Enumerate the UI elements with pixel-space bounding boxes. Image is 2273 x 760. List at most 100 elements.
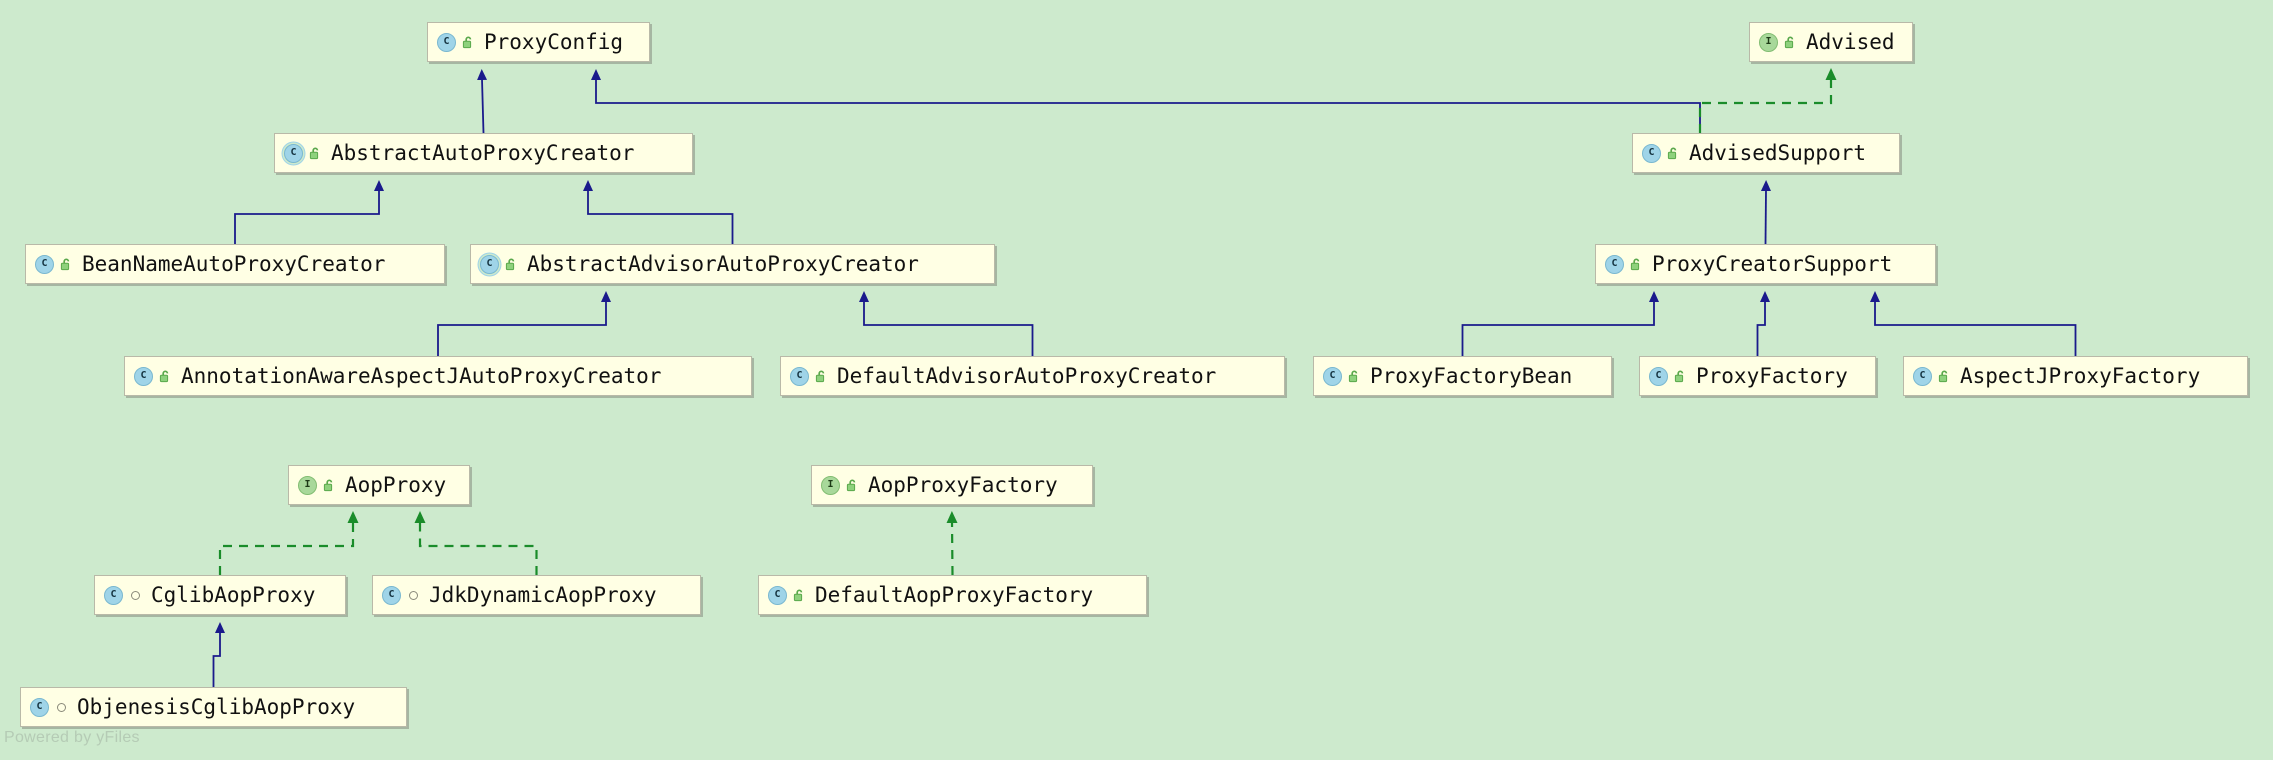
class-node-label: AbstractAdvisorAutoProxyCreator — [527, 254, 919, 275]
class-node-CglibAopProxy[interactable]: C CglibAopProxy — [94, 575, 346, 615]
yfiles-watermark: Powered by yFiles — [4, 729, 140, 747]
node-icons: C — [284, 144, 322, 163]
class-icon: C — [1605, 255, 1624, 274]
public-lock-icon — [462, 36, 475, 49]
class-node-label: DefaultAdvisorAutoProxyCreator — [837, 366, 1216, 387]
class-node-label: DefaultAopProxyFactory — [815, 585, 1093, 606]
public-lock-icon — [1674, 370, 1687, 383]
class-node-BeanNameAutoProxyCreator[interactable]: CBeanNameAutoProxyCreator — [25, 244, 445, 284]
node-icons: I — [298, 476, 336, 495]
node-icons: C — [480, 255, 518, 274]
class-node-label: Advised — [1806, 32, 1895, 53]
class-node-Advised[interactable]: I Advised — [1749, 22, 1913, 62]
class-node-label: ProxyCreatorSupport — [1652, 254, 1892, 275]
public-lock-icon — [323, 479, 336, 492]
edge-extends-AspectJProxyFactory-to-ProxyCreatorSupport — [1875, 301, 2076, 356]
class-icon: C — [790, 367, 809, 386]
abstract-class-icon: C — [480, 255, 499, 274]
class-node-AdvisedSupport[interactable]: C AdvisedSupport — [1632, 133, 1900, 173]
edge-implements-DefaultAopProxyFactory-to-AopProxyFactory — [952, 522, 953, 575]
class-node-label: ProxyFactory — [1696, 366, 1848, 387]
node-icons: C — [768, 586, 806, 605]
class-node-label: ObjenesisCglibAopProxy — [77, 697, 355, 718]
class-node-label: AopProxy — [345, 475, 446, 496]
edge-extends-AdvisedSupport-to-ProxyConfig — [596, 79, 1700, 133]
edge-extends-AnnotationAwareAspectJAutoProxyCreator-to-AbstractAdvisorAutoProxyCreator — [438, 301, 606, 356]
class-node-label: AnnotationAwareAspectJAutoProxyCreator — [181, 366, 661, 387]
class-node-AopProxy[interactable]: I AopProxy — [288, 465, 470, 505]
node-icons: C — [437, 33, 475, 52]
node-icons: C — [1605, 255, 1643, 274]
node-icons: C — [104, 586, 142, 605]
edge-extends-BeanNameAutoProxyCreator-to-AbstractAutoProxyCreator — [235, 190, 379, 244]
class-node-label: CglibAopProxy — [151, 585, 315, 606]
node-icons: I — [821, 476, 859, 495]
class-icon: C — [768, 586, 787, 605]
public-lock-icon — [1667, 147, 1680, 160]
class-node-label: ProxyConfig — [484, 32, 623, 53]
class-node-label: AbstractAutoProxyCreator — [331, 143, 634, 164]
class-node-ObjenesisCglibAopProxy[interactable]: C ObjenesisCglibAopProxy — [20, 687, 407, 727]
class-node-label: AopProxyFactory — [868, 475, 1058, 496]
class-icon: C — [35, 255, 54, 274]
class-icon: C — [1642, 144, 1661, 163]
package-private-icon — [129, 589, 142, 602]
class-node-ProxyFactory[interactable]: C ProxyFactory — [1639, 356, 1876, 396]
class-icon: C — [134, 367, 153, 386]
edge-implements-AdvisedSupport-to-Advised — [1700, 79, 1831, 133]
edge-extends-ProxyCreatorSupport-to-AdvisedSupport — [1766, 190, 1767, 244]
public-lock-icon — [846, 479, 859, 492]
interface-icon: I — [1759, 33, 1778, 52]
class-node-AopProxyFactory[interactable]: I AopProxyFactory — [811, 465, 1093, 505]
interface-icon: I — [821, 476, 840, 495]
package-private-icon — [407, 589, 420, 602]
class-node-ProxyConfig[interactable]: C ProxyConfig — [427, 22, 650, 62]
node-icons: C — [1913, 367, 1951, 386]
class-node-AspectJProxyFactory[interactable]: C AspectJProxyFactory — [1903, 356, 2248, 396]
class-icon: C — [437, 33, 456, 52]
package-private-icon — [55, 701, 68, 714]
public-lock-icon — [505, 258, 518, 271]
class-icon: C — [382, 586, 401, 605]
edge-extends-AbstractAutoProxyCreator-to-ProxyConfig — [482, 79, 484, 133]
class-node-ProxyFactoryBean[interactable]: CProxyFactoryBean — [1313, 356, 1612, 396]
class-node-DefaultAopProxyFactory[interactable]: C DefaultAopProxyFactory — [758, 575, 1147, 615]
edge-extends-ProxyFactory-to-ProxyCreatorSupport — [1758, 301, 1766, 356]
class-icon: C — [1913, 367, 1932, 386]
class-diagram-canvas: C ProxyConfig I Advised C AbstractAutoProxyCr… — [0, 0, 2273, 760]
interface-icon: I — [298, 476, 317, 495]
node-icons: C — [30, 698, 68, 717]
class-node-AnnotationAwareAspectJAutoProxyCreator[interactable]: C AnnotationAwareAspectJAutoProxyCreator — [124, 356, 752, 396]
class-icon: C — [104, 586, 123, 605]
class-node-AbstractAutoProxyCreator[interactable]: C AbstractAutoProxyCreator — [274, 133, 693, 173]
node-icons: C — [382, 586, 420, 605]
class-node-ProxyCreatorSupport[interactable]: C ProxyCreatorSupport — [1595, 244, 1936, 284]
edge-extends-AbstractAdvisorAutoProxyCreator-to-AbstractAutoProxyCreator — [588, 190, 733, 244]
edge-implements-CglibAopProxy-to-AopProxy — [220, 522, 353, 575]
public-lock-icon — [159, 370, 172, 383]
public-lock-icon — [60, 258, 73, 271]
class-node-DefaultAdvisorAutoProxyCreator[interactable]: C DefaultAdvisorAutoProxyCreator — [780, 356, 1285, 396]
public-lock-icon — [815, 370, 828, 383]
public-lock-icon — [1784, 36, 1797, 49]
abstract-class-icon: C — [284, 144, 303, 163]
public-lock-icon — [309, 147, 322, 160]
class-node-label: AspectJProxyFactory — [1960, 366, 2200, 387]
public-lock-icon — [793, 589, 806, 602]
class-node-label: AdvisedSupport — [1689, 143, 1866, 164]
class-icon: C — [1323, 367, 1342, 386]
public-lock-icon — [1630, 258, 1643, 271]
node-icons: C — [35, 255, 73, 274]
edge-extends-ObjenesisCglibAopProxy-to-CglibAopProxy — [214, 632, 221, 687]
class-icon: C — [1649, 367, 1668, 386]
edge-extends-DefaultAdvisorAutoProxyCreator-to-AbstractAdvisorAutoProxyCreator — [864, 301, 1033, 356]
node-icons: I — [1759, 33, 1797, 52]
public-lock-icon — [1938, 370, 1951, 383]
public-lock-icon — [1348, 370, 1361, 383]
edge-extends-ProxyFactoryBean-to-ProxyCreatorSupport — [1463, 301, 1655, 356]
node-icons: C — [134, 367, 172, 386]
class-node-JdkDynamicAopProxy[interactable]: C JdkDynamicAopProxy — [372, 575, 701, 615]
class-node-AbstractAdvisorAutoProxyCreator[interactable]: C AbstractAdvisorAutoProxyCreator — [470, 244, 995, 284]
class-node-label: JdkDynamicAopProxy — [429, 585, 657, 606]
edge-implements-JdkDynamicAopProxy-to-AopProxy — [420, 522, 537, 575]
